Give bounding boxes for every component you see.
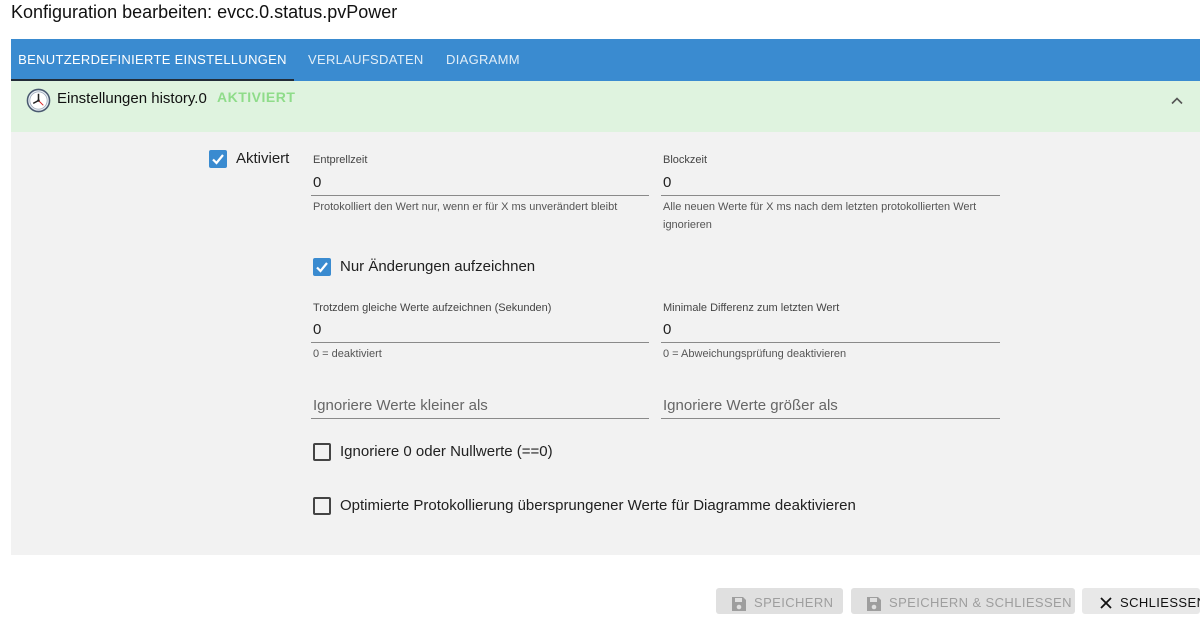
close-button[interactable]: Schliessen [1082, 588, 1200, 614]
floppy-disk-icon [867, 597, 881, 611]
tab-bar: Benutzerdefinierte Einstellungen Verlauf… [11, 39, 1200, 81]
changes-only-checkbox[interactable] [313, 258, 331, 276]
tab-history-data[interactable]: Verlaufsdaten [308, 39, 424, 81]
min-diff-helper: 0 = Abweichungsprüfung deaktivieren [663, 348, 847, 360]
disable-skipped-checkbox[interactable] [313, 497, 331, 515]
min-diff-label: Minimale Differenz zum letzten Wert [663, 302, 840, 314]
save-and-close-button-label: Speichern & Schliessen [889, 595, 1072, 610]
enabled-label: Aktiviert [236, 150, 290, 167]
ignore-zero-checkbox[interactable] [313, 443, 331, 461]
accordion-header-history[interactable]: Einstellungen history.0 AKTIVIERT [11, 81, 1200, 132]
chevron-up-icon[interactable] [1170, 94, 1184, 108]
blocktime-input[interactable] [661, 170, 1000, 196]
blocktime-helper: Alle neuen Werte für X ms nach dem letzt… [663, 201, 977, 231]
disable-skipped-label: Optimierte Protokollierung übersprungene… [340, 497, 856, 514]
debounce-input[interactable] [311, 170, 649, 196]
blocktime-label: Blockzeit [663, 154, 708, 166]
save-button-label: Speichern [754, 595, 834, 610]
ignore-below-input[interactable] [311, 393, 649, 419]
ignore-zero-label: Ignoriere 0 oder Nullwerte (==0) [340, 443, 553, 460]
tab-chart[interactable]: Diagramm [446, 39, 520, 81]
floppy-disk-icon [732, 597, 746, 611]
status-badge: AKTIVIERT [217, 89, 296, 105]
debounce-label: Entprellzeit [313, 154, 368, 166]
min-diff-input[interactable] [661, 317, 1000, 343]
ignore-above-input[interactable] [661, 393, 1000, 419]
close-button-label: Schliessen [1120, 595, 1200, 610]
changes-only-label: Nur Änderungen aufzeichnen [340, 258, 536, 275]
window-title: Konfiguration bearbeiten: evcc.0.status.… [11, 2, 398, 22]
check-icon [316, 262, 328, 273]
tab-custom-settings[interactable]: Benutzerdefinierte Einstellungen [11, 39, 294, 81]
save-button[interactable]: Speichern [716, 588, 843, 614]
save-and-close-button[interactable]: Speichern & Schliessen [851, 588, 1075, 614]
check-icon [212, 154, 224, 165]
same-values-input[interactable] [311, 317, 649, 343]
clock-icon [26, 88, 51, 113]
same-values-label: Trotzdem gleiche Werte aufzeichnen (Seku… [313, 302, 552, 314]
debounce-helper: Protokolliert den Wert nur, wenn er für … [313, 201, 618, 213]
enabled-checkbox[interactable] [209, 150, 227, 168]
close-icon [1100, 597, 1112, 609]
accordion-title: Einstellungen history.0 [57, 90, 207, 107]
same-values-helper: 0 = deaktiviert [313, 348, 382, 360]
